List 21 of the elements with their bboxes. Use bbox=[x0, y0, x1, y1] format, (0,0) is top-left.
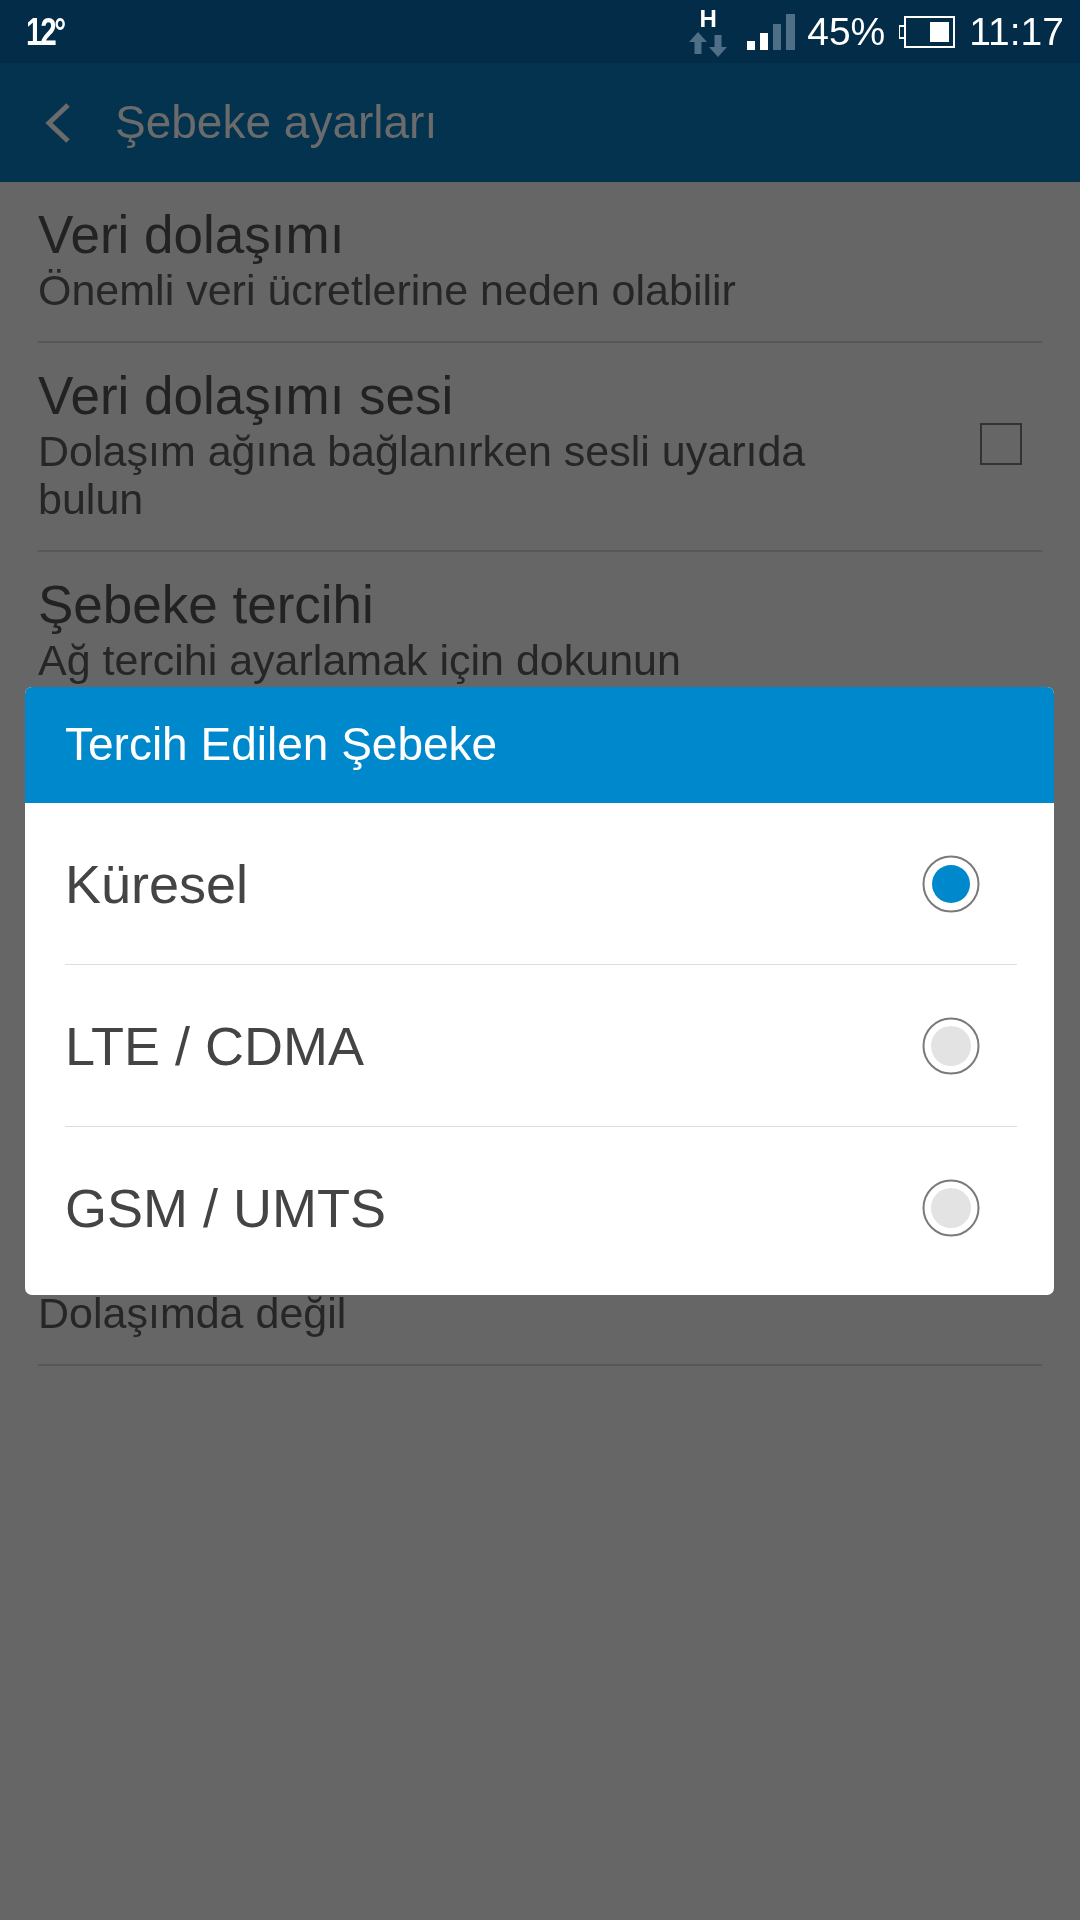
network-option[interactable]: LTE / CDMA bbox=[65, 965, 1017, 1127]
clock-text: 11:17 bbox=[969, 12, 1064, 51]
signal-icon bbox=[747, 13, 796, 50]
network-option[interactable]: Küresel bbox=[65, 803, 1017, 965]
radio-button[interactable] bbox=[922, 854, 980, 913]
setting-subtitle: Önemli veri ücretlerine neden olabilir bbox=[38, 266, 737, 314]
back-icon[interactable] bbox=[44, 101, 72, 144]
setting-subtitle: Dolaşımda değil bbox=[38, 1289, 348, 1337]
setting-subtitle: Dolaşım ağına bağlanırken sesli uyarıda bulun bbox=[38, 427, 807, 523]
radio-button[interactable] bbox=[922, 1016, 980, 1075]
temperature-text: 12° bbox=[26, 12, 64, 51]
network-option[interactable]: GSM / UMTS bbox=[65, 1127, 1017, 1289]
network-type-text: H bbox=[699, 8, 717, 30]
data-arrows-icon bbox=[689, 32, 728, 57]
setting-subtitle: Ağ tercihi ayarlamak için dokunun bbox=[38, 636, 682, 684]
screen-title: Şebeke ayarları bbox=[115, 94, 438, 150]
dialog-title: Tercih Edilen Şebeke bbox=[65, 717, 498, 773]
battery-percent-text: 45% bbox=[807, 12, 886, 51]
checkbox[interactable] bbox=[980, 423, 1022, 465]
radio-button[interactable] bbox=[922, 1179, 980, 1237]
battery-icon bbox=[899, 15, 956, 48]
